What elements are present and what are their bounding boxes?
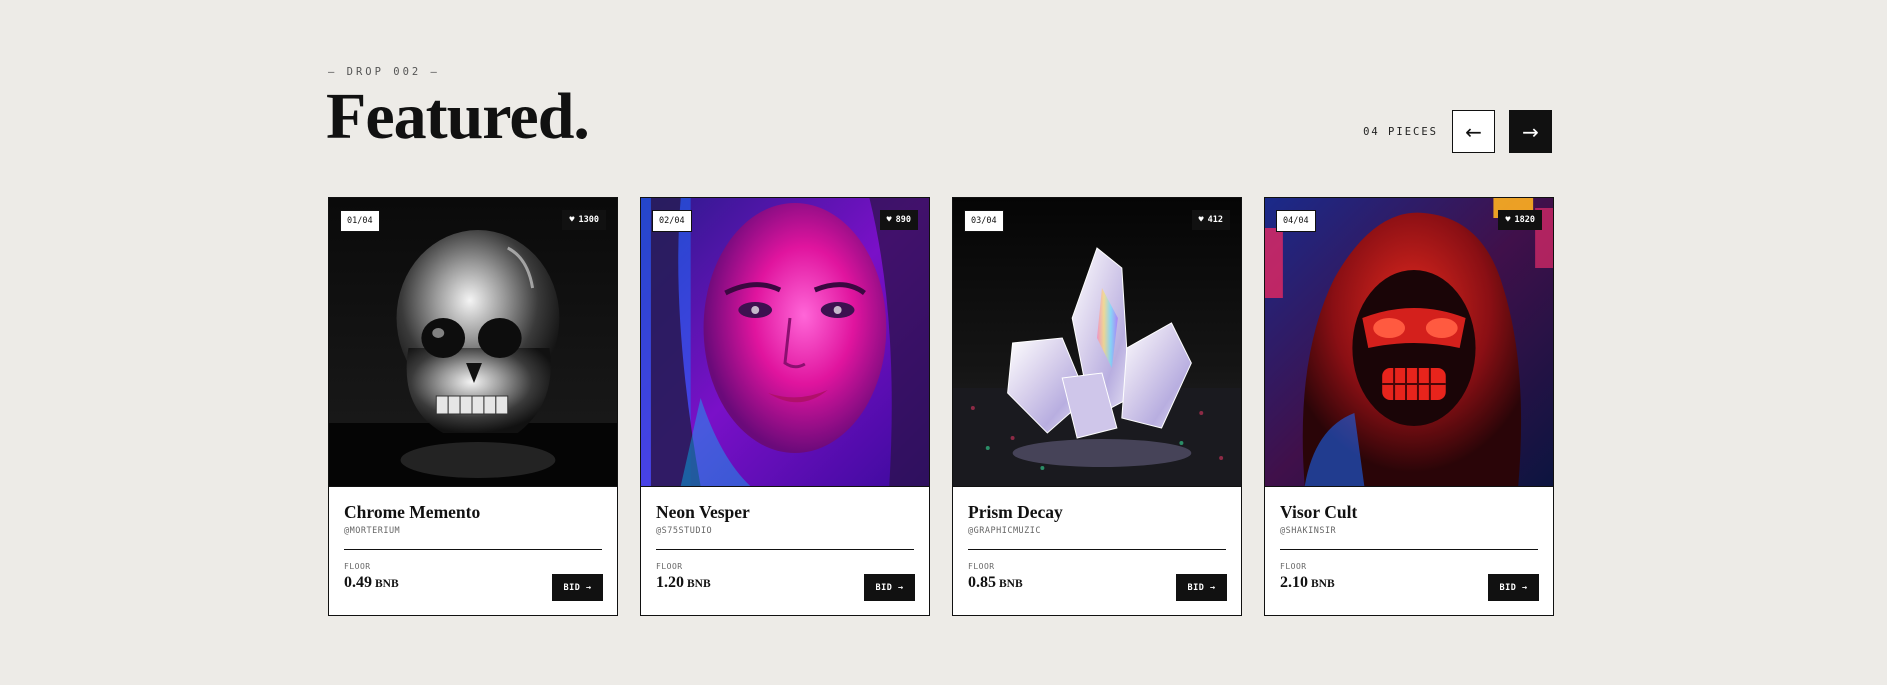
- bid-button[interactable]: BID →: [864, 574, 915, 601]
- floor-label: FLOOR: [968, 562, 995, 572]
- price-currency: BNB: [687, 578, 711, 591]
- card-info: Neon Vesper @S75STUDIO FLOOR 1.20 BNB BID…: [641, 487, 929, 615]
- like-count: 1820: [1514, 215, 1535, 225]
- nft-card[interactable]: 02/04 ♥ 890 Neon Vesper @S75STUDIO FLOOR …: [640, 197, 930, 616]
- heart-icon: ♥: [886, 215, 892, 225]
- price-currency: BNB: [999, 578, 1023, 591]
- creator-handle[interactable]: @S75STUDIO: [656, 526, 914, 536]
- floor-label: FLOOR: [344, 562, 371, 572]
- creator-handle[interactable]: @SHAKINSIR: [1280, 526, 1538, 536]
- price-value: 0.49: [344, 574, 372, 592]
- creator-handle[interactable]: @GRAPHICMUZIC: [968, 526, 1226, 536]
- card-title: Neon Vesper: [656, 502, 750, 522]
- divider: [1280, 549, 1538, 551]
- card-title: Visor Cult: [1280, 502, 1358, 522]
- crystal-image[interactable]: 03/04 ♥ 412: [953, 198, 1241, 487]
- drop-eyebrow: — DROP 002 —: [328, 66, 440, 78]
- like-badge[interactable]: ♥ 1300: [562, 210, 606, 230]
- heart-icon: ♥: [569, 215, 575, 225]
- nft-card[interactable]: 01/04 ♥ 1300 Chrome Memento @MORTERIUM FL…: [328, 197, 618, 616]
- like-count: 412: [1207, 215, 1223, 225]
- heart-icon: ♥: [1198, 215, 1204, 225]
- neon-portrait-image[interactable]: 02/04 ♥ 890: [641, 198, 929, 487]
- creator-handle[interactable]: @MORTERIUM: [344, 526, 602, 536]
- chrome-skull-image[interactable]: 01/04 ♥ 1300: [329, 198, 617, 487]
- price-value: 0.85: [968, 574, 996, 592]
- previous-button[interactable]: ←: [1452, 110, 1495, 153]
- arrow-left-icon: ←: [1465, 119, 1482, 144]
- like-badge[interactable]: ♥ 412: [1191, 210, 1230, 230]
- price-currency: BNB: [1311, 578, 1335, 591]
- floor-label: FLOOR: [656, 562, 683, 572]
- like-count: 1300: [578, 215, 599, 225]
- featured-section: — DROP 002 — Featured. 04 PIECES ← → 01/…: [326, 0, 1554, 685]
- page-title: Featured.: [326, 80, 590, 153]
- card-list: 01/04 ♥ 1300 Chrome Memento @MORTERIUM FL…: [328, 197, 1554, 616]
- divider: [656, 549, 914, 551]
- card-index: 04/04: [1276, 210, 1316, 232]
- card-index: 01/04: [340, 210, 380, 232]
- price-currency: BNB: [375, 578, 399, 591]
- nft-card[interactable]: 03/04 ♥ 412 Prism Decay @GRAPHICMUZIC FLO…: [952, 197, 1242, 616]
- masked-hood-image[interactable]: 04/04 ♥ 1820: [1265, 198, 1553, 487]
- price-value: 2.10: [1280, 574, 1308, 592]
- heart-icon: ♥: [1505, 215, 1511, 225]
- card-title: Chrome Memento: [344, 502, 481, 522]
- card-index: 03/04: [964, 210, 1004, 232]
- like-badge[interactable]: ♥ 1820: [1498, 210, 1542, 230]
- card-info: Prism Decay @GRAPHICMUZIC FLOOR 0.85 BNB …: [953, 487, 1241, 615]
- like-count: 890: [895, 215, 911, 225]
- arrow-right-icon: →: [1522, 119, 1539, 144]
- card-info: Chrome Memento @MORTERIUM FLOOR 0.49 BNB …: [329, 487, 617, 615]
- piece-count: 04 PIECES: [1363, 125, 1438, 138]
- like-badge[interactable]: ♥ 890: [879, 210, 918, 230]
- card-title: Prism Decay: [968, 502, 1063, 522]
- bid-button[interactable]: BID →: [552, 574, 603, 601]
- divider: [344, 549, 602, 551]
- bid-button[interactable]: BID →: [1488, 574, 1539, 601]
- next-button[interactable]: →: [1509, 110, 1552, 153]
- bid-button[interactable]: BID →: [1176, 574, 1227, 601]
- floor-label: FLOOR: [1280, 562, 1307, 572]
- carousel-controls: 04 PIECES ← →: [1363, 110, 1552, 153]
- nft-card[interactable]: 04/04 ♥ 1820 Visor Cult @SHAKINSIR FLOOR …: [1264, 197, 1554, 616]
- card-info: Visor Cult @SHAKINSIR FLOOR 2.10 BNB BID …: [1265, 487, 1553, 615]
- divider: [968, 549, 1226, 551]
- card-index: 02/04: [652, 210, 692, 232]
- price-value: 1.20: [656, 574, 684, 592]
